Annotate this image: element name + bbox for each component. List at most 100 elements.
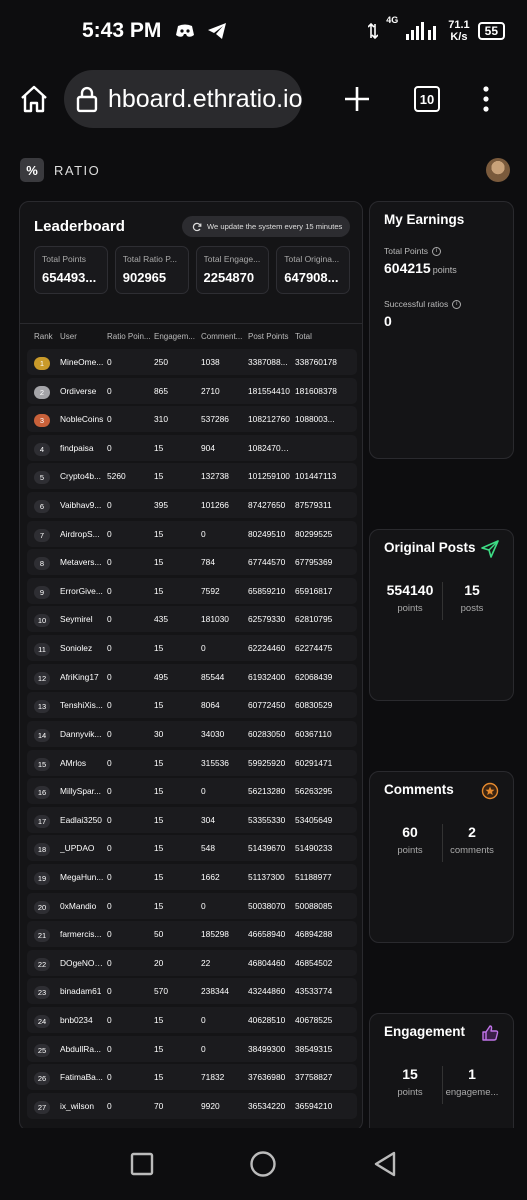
- table-row[interactable]: 12 AfriKing17 0 495 85544 61932400 62068439: [27, 663, 357, 690]
- table-cell: Dannyvik...: [60, 728, 102, 739]
- home-icon[interactable]: [18, 83, 50, 115]
- table-cell: 43244860: [248, 986, 286, 997]
- table-cell: 80249510: [248, 528, 286, 539]
- address-bar[interactable]: hboard.ethratio.io: [64, 70, 302, 128]
- home-nav-icon[interactable]: [249, 1150, 277, 1178]
- table-row[interactable]: 26 FatimaBa... 0 15 71832 37636980 37758827: [27, 1064, 357, 1091]
- table-cell: 59925920: [248, 757, 286, 768]
- table-row[interactable]: 18 _UPDAO 0 15 548 51439670 51490233: [27, 835, 357, 862]
- new-tab-icon[interactable]: [343, 85, 371, 113]
- table-cell: 15: [154, 471, 164, 482]
- table-row[interactable]: 5 Crypto4b... 5260 15 132738 101259100 1014471…: [27, 463, 357, 490]
- table-cell: 5260: [107, 471, 126, 482]
- column-header[interactable]: Comment...: [201, 332, 247, 341]
- column-header[interactable]: Ratio Poin...: [107, 332, 153, 341]
- column-header[interactable]: Engagem...: [154, 332, 200, 341]
- table-cell: Eadlai3250: [60, 814, 102, 825]
- stat-card: Total Points 654493...: [34, 246, 108, 294]
- table-row[interactable]: 10 Seymirel 0 435 181030 62579330 62810795: [27, 606, 357, 633]
- comments-card: Comments 60 points 2 comments: [369, 771, 514, 943]
- table-row[interactable]: 14 Dannyvik... 0 30 34030 60283050 60367110: [27, 720, 357, 747]
- table-cell: 2710: [201, 385, 220, 396]
- table-row[interactable]: 27 ix_wilson 0 70 9920 36534220 36594210: [27, 1092, 357, 1119]
- table-row[interactable]: 1 MineOme... 0 250 1038 3387088... 338760178: [27, 349, 357, 375]
- android-nav-bar: [0, 1128, 527, 1200]
- info-icon[interactable]: i: [431, 246, 441, 256]
- table-row[interactable]: 8 Metavers... 0 15 784 67744570 67795369: [27, 549, 357, 576]
- stat-card: Total Ratio P... 902965: [114, 246, 189, 294]
- back-icon[interactable]: [373, 1151, 397, 1177]
- table-row[interactable]: 24 bnb0234 0 15 0 40628510 40678525: [27, 1007, 357, 1034]
- column-header[interactable]: Rank: [34, 332, 56, 341]
- table-cell: 0xMandio: [60, 900, 97, 911]
- table-cell: 62224460: [248, 643, 286, 654]
- ratio-logo[interactable]: %: [20, 158, 44, 182]
- table-cell: AbdullRa...: [60, 1043, 101, 1054]
- table-cell: 61932400: [248, 671, 286, 682]
- table-cell: 9920: [201, 1100, 220, 1111]
- table-row[interactable]: 9 ErrorGive... 0 15 7592 65859210 65916817: [27, 577, 357, 604]
- column-header[interactable]: Post Points: [248, 332, 294, 341]
- table-row[interactable]: 4 findpaisa 0 15 904 1082470901082980...: [27, 434, 357, 461]
- table-cell: 37636980: [248, 1072, 286, 1083]
- table-row[interactable]: 7 AirdropS... 0 15 0 80249510 80299525: [27, 520, 357, 547]
- table-row[interactable]: 2 Ordiverse 0 865 2710 181554410 181608378: [27, 377, 357, 404]
- table-cell: 0: [107, 786, 112, 797]
- update-note-text: We update the system every 15 minutes: [207, 222, 343, 231]
- tab-switcher-button[interactable]: 10: [414, 86, 440, 112]
- table-cell: ErrorGive...: [60, 585, 103, 596]
- table-row[interactable]: 15 AMrlos 0 15 315536 59925920 60291471: [27, 749, 357, 776]
- table-cell: 0: [201, 528, 206, 539]
- table-row[interactable]: 20 0xMandio 0 15 0 50038070 50088085: [27, 892, 357, 919]
- rank-badge: 20: [34, 900, 50, 914]
- column-header[interactable]: User: [60, 332, 106, 341]
- table-row[interactable]: 23 binadam61 0 570 238344 43244860 43533774: [27, 978, 357, 1005]
- table-cell: Seymirel: [60, 614, 93, 625]
- table-cell: 185298: [201, 929, 229, 940]
- table-cell: 784: [201, 557, 215, 568]
- comments-title: Comments: [384, 782, 454, 797]
- rank-badge: 25: [34, 1043, 50, 1057]
- table-cell: 0: [107, 1072, 112, 1083]
- table-row[interactable]: 13 TenshiXis... 0 15 8064 60772450 60830529: [27, 692, 357, 719]
- column-header[interactable]: Total: [295, 332, 341, 341]
- table-row[interactable]: 6 Vaibhav9... 0 395 101266 87427650 87579311: [27, 492, 357, 519]
- table-row[interactable]: 17 Eadlai3250 0 15 304 53355330 53405649: [27, 806, 357, 833]
- table-cell: 87579311: [295, 500, 332, 511]
- rank-badge: 22: [34, 957, 50, 971]
- brand-name: RATIO: [54, 162, 101, 178]
- earnings-title: My Earnings: [384, 212, 465, 227]
- original-posts-title: Original Posts: [384, 540, 476, 555]
- avatar[interactable]: [486, 158, 510, 182]
- recents-icon[interactable]: [130, 1152, 154, 1176]
- table-cell: 0: [107, 557, 112, 568]
- table-row[interactable]: 19 MegaHun... 0 15 1662 51137300 51188977: [27, 863, 357, 890]
- table-row[interactable]: 3 NobleCoins 0 310 537286 108212760 1088003...: [27, 406, 357, 433]
- table-cell: 62274475: [295, 643, 333, 654]
- table-cell: binadam61: [60, 986, 102, 997]
- table-row[interactable]: 21 farmercis... 0 50 185298 46658940 46894288: [27, 921, 357, 948]
- table-row[interactable]: 16 MillySpar... 0 15 0 56213280 56263295: [27, 778, 357, 805]
- table-cell: 0: [201, 1043, 206, 1054]
- table-cell: 40628510: [248, 1015, 286, 1026]
- table-cell: 7592: [201, 585, 220, 596]
- table-cell: 51188977: [295, 871, 332, 882]
- table-cell: 0: [107, 385, 112, 396]
- table-row[interactable]: 22 DOgeNORS 0 20 22 46804460 46854502: [27, 949, 357, 976]
- rank-badge: 11: [34, 643, 50, 657]
- rank-badge: 21: [34, 929, 50, 943]
- table-cell: 181030: [201, 614, 229, 625]
- table-cell: Soniolez: [60, 643, 93, 654]
- table-cell: 435: [154, 614, 168, 625]
- table-cell: 15: [154, 585, 164, 596]
- table-cell: 0: [107, 357, 112, 367]
- table-cell: 548: [201, 843, 215, 854]
- table-cell: 15: [154, 557, 164, 568]
- rank-badge: 2: [34, 385, 50, 399]
- more-menu-icon[interactable]: [482, 85, 490, 113]
- info-icon[interactable]: i: [452, 299, 462, 309]
- table-row[interactable]: 11 Soniolez 0 15 0 62224460 62274475: [27, 635, 357, 662]
- table-cell: 108212760: [248, 414, 290, 425]
- table-row[interactable]: 25 AbdullRa... 0 15 0 38499300 38549315: [27, 1035, 357, 1062]
- table-cell: 71832: [201, 1072, 225, 1083]
